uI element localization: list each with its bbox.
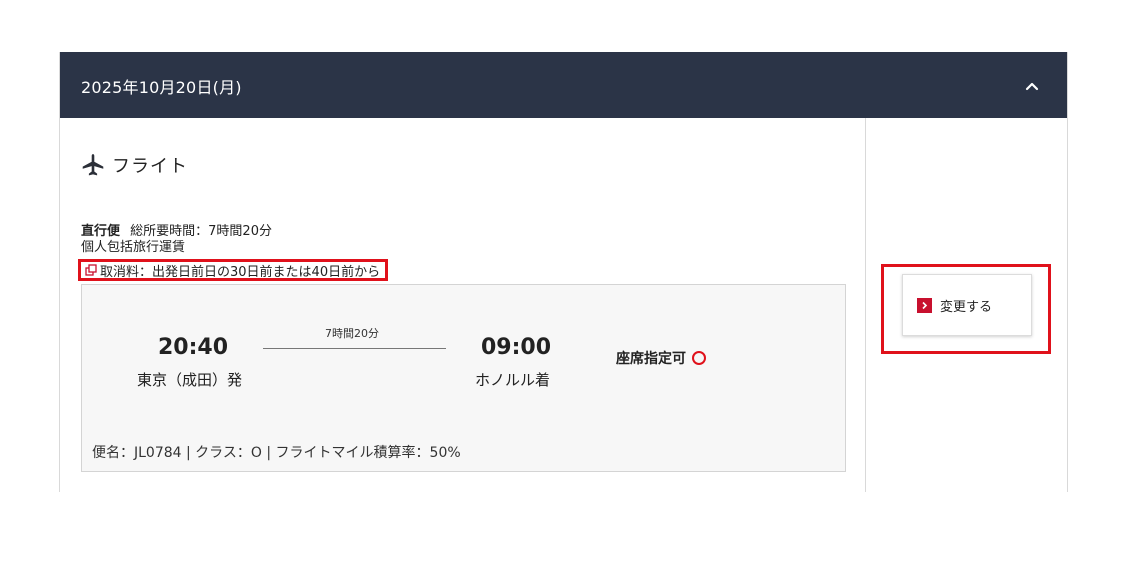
change-button-label: 変更する bbox=[940, 299, 993, 315]
arrival-time: 09:00 bbox=[481, 335, 552, 360]
flight-details-pane: フライト 直行便 総所要時間：7時間20分 個人包括旅行運賃 取消料：出発日前日… bbox=[60, 118, 866, 492]
departure-time: 20:40 bbox=[158, 335, 229, 360]
chevron-up-icon[interactable] bbox=[1024, 78, 1040, 94]
itinerary-date: 2025年10月20日(月) bbox=[81, 78, 242, 97]
airplane-icon bbox=[82, 154, 104, 176]
flight-meta: 便名：JL0784 | クラス：O | フライトマイル積算率：50% bbox=[92, 445, 461, 461]
arrival-airport: ホノルル着 bbox=[475, 371, 551, 389]
seat-selection-status: 座席指定可 bbox=[616, 348, 706, 368]
departure-airport: 東京（成田）発 bbox=[137, 371, 243, 389]
section-title: フライト bbox=[80, 152, 188, 178]
itinerary-card: 2025年10月20日(月) フライト 直行便 総所要時間：7時間20分 個人包… bbox=[59, 52, 1068, 492]
cancellation-fee-text: 取消料：出発日前日の30日前または40日前から bbox=[100, 264, 381, 280]
external-link-icon bbox=[85, 264, 97, 276]
cancellation-fee-link[interactable]: 取消料：出発日前日の30日前または40日前から bbox=[78, 259, 389, 281]
available-circle-icon bbox=[692, 351, 706, 365]
route-line bbox=[263, 348, 446, 349]
section-title-label: フライト bbox=[112, 156, 188, 177]
flight-segment: 20:40 東京（成田）発 7時間20分 09:00 ホノルル着 座席指定可 便… bbox=[81, 284, 846, 472]
chevron-right-icon bbox=[917, 297, 932, 313]
flight-summary: 直行便 総所要時間：7時間20分 bbox=[81, 224, 272, 240]
total-travel-time: 総所要時間：7時間20分 bbox=[130, 224, 272, 239]
seat-selection-label: 座席指定可 bbox=[616, 351, 686, 367]
flight-duration: 7時間20分 bbox=[325, 327, 379, 340]
date-header[interactable]: 2025年10月20日(月) bbox=[60, 52, 1067, 118]
direct-flight-label: 直行便 bbox=[81, 224, 121, 239]
change-button[interactable]: 変更する bbox=[902, 274, 1032, 336]
fare-type: 個人包括旅行運賃 bbox=[81, 240, 186, 255]
fare-info: 直行便 総所要時間：7時間20分 個人包括旅行運賃 bbox=[81, 224, 272, 256]
